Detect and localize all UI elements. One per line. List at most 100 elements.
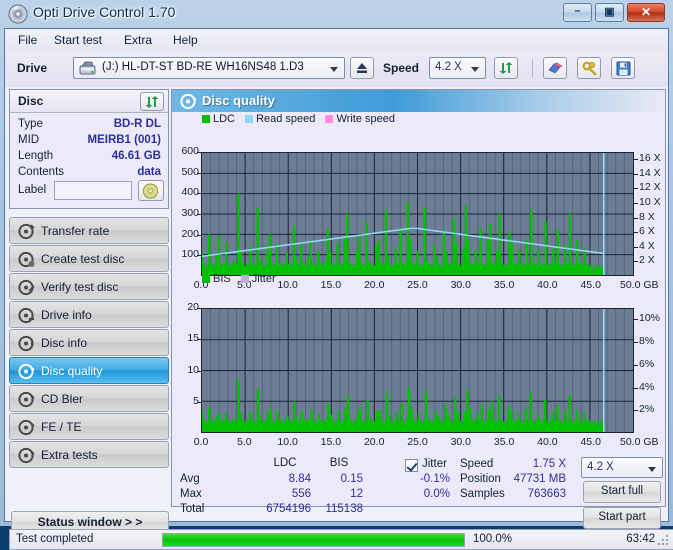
- speed-select[interactable]: 4.2 X: [429, 57, 486, 79]
- left-column: Disc Type BD-R DL MID MEIRB1 (001) Lengt…: [9, 89, 169, 533]
- sidebar-label: Disc quality: [41, 364, 103, 378]
- create-test-disc-icon: [18, 251, 35, 268]
- bis-y-tick: 20: [187, 301, 199, 313]
- start-part-label: Start part: [598, 511, 646, 523]
- refresh-disc-button[interactable]: [140, 92, 164, 111]
- jitter-checkbox[interactable]: [405, 459, 418, 472]
- ldc-y-tick: 400: [181, 186, 199, 199]
- elapsed-time: 63:42: [626, 533, 655, 545]
- tick-mark: [634, 188, 638, 190]
- verify-test-disc-icon: [18, 279, 35, 296]
- ldc-read-speed-chart: [201, 152, 634, 276]
- tick-mark: [634, 342, 638, 344]
- menu-item-extra[interactable]: Extra: [117, 32, 159, 48]
- refresh-icon: [145, 96, 159, 108]
- legend-swatch-bis: [202, 275, 210, 283]
- disc-mid-label: MID: [18, 134, 40, 146]
- menu-item-file[interactable]: File: [11, 32, 44, 48]
- bis-y-tick: 10: [187, 363, 199, 376]
- close-icon: ✕: [640, 5, 652, 19]
- disc-length-label: Length: [18, 150, 54, 162]
- sidebar-item-extra-tests[interactable]: Extra tests: [9, 441, 169, 468]
- drive-select[interactable]: (J:) HL-DT-ST BD-RE WH16NS48 1.D3: [73, 57, 345, 79]
- drive-select-value: (J:) HL-DT-ST BD-RE WH16NS48 1.D3: [102, 61, 304, 73]
- sidebar-item-create-test-disc[interactable]: Create test disc: [9, 245, 169, 272]
- sidebar-item-cd-bler[interactable]: CD Bler: [9, 385, 169, 412]
- sidebar-item-disc-info[interactable]: Disc info: [9, 329, 169, 356]
- results-avg-ldc: 8.84: [288, 473, 311, 485]
- tick-mark: [634, 232, 638, 234]
- bis-x-tick: 0.0: [193, 436, 209, 448]
- jitter-y2-tick: 6%: [639, 357, 655, 370]
- ldc-x-tick: 45.0: [580, 279, 601, 291]
- ldc-x-tick: 35.0: [493, 279, 515, 291]
- disc-quality-icon: [180, 93, 197, 110]
- disc-label-button[interactable]: [138, 180, 164, 201]
- disc-panel-title: Disc: [18, 94, 44, 108]
- eject-button[interactable]: [350, 57, 374, 79]
- results-max-bis: 12: [350, 488, 363, 500]
- menu-bar: File Start test Extra Help: [5, 29, 668, 51]
- eject-icon: [357, 63, 367, 73]
- save-button[interactable]: [611, 57, 635, 79]
- toolbar-separator: [532, 59, 533, 77]
- menu-item-start-test[interactable]: Start test: [47, 32, 109, 48]
- sidebar-label: Transfer rate: [41, 224, 110, 238]
- drive-info-icon: [18, 307, 34, 324]
- bis-x-tick: 30.0: [450, 436, 472, 448]
- erase-button[interactable]: [543, 57, 567, 79]
- disc-label-input[interactable]: [54, 181, 132, 200]
- progress-fill: [163, 534, 464, 546]
- resize-grip-icon[interactable]: [658, 535, 670, 547]
- sidebar-item-disc-quality[interactable]: Disc quality: [9, 357, 169, 384]
- minimize-button[interactable]: –: [563, 3, 592, 22]
- ldc-y-tick: 500: [181, 165, 199, 178]
- maximize-button[interactable]: ▣: [595, 3, 624, 22]
- bis-x-tick: 25.0: [407, 436, 428, 448]
- chevron-down-icon: [648, 467, 656, 472]
- sidebar-item-transfer-rate[interactable]: Transfer rate: [9, 217, 169, 244]
- tick-mark: [197, 401, 201, 403]
- sidebar-label: Create test disc: [41, 252, 125, 266]
- close-button[interactable]: ✕: [627, 3, 665, 22]
- tick-mark: [197, 214, 201, 215]
- app-window: Opti Drive Control 1.70 – ▣ ✕ File Start…: [0, 0, 673, 550]
- jitter-value-1: -0.1%: [419, 473, 450, 485]
- results-row-max-label: Max: [180, 488, 202, 500]
- legend-swatch-ldc: [202, 115, 210, 123]
- tick-mark: [197, 255, 201, 257]
- disc-quality-panel: Disc quality LDC Read speed Write speed …: [171, 89, 666, 515]
- tick-mark: [634, 159, 638, 161]
- menu-item-help[interactable]: Help: [166, 32, 205, 48]
- legend-label-read-speed: Read speed: [256, 113, 316, 125]
- sidebar-item-fe-te[interactable]: FE / TE: [9, 413, 169, 440]
- save-icon: [616, 61, 631, 76]
- tick-mark: [634, 364, 638, 366]
- tick-mark: [634, 246, 638, 248]
- legend-swatch-read-speed: [245, 115, 254, 123]
- read-speed-y2-tick: 14 X: [639, 166, 661, 179]
- disc-contents-label: Contents: [18, 166, 65, 178]
- speed-select-value: 4.2 X: [435, 61, 462, 73]
- disc-label-label: Label: [18, 184, 47, 196]
- result-speed-select[interactable]: 4.2 X: [581, 457, 663, 478]
- refresh-button[interactable]: [494, 57, 518, 79]
- sidebar-label: Extra tests: [41, 448, 98, 462]
- results-row-avg-label: Avg: [180, 473, 200, 485]
- sidebar-item-drive-info[interactable]: Drive info: [9, 301, 169, 328]
- start-full-button[interactable]: Start full: [583, 481, 661, 503]
- status-window-label: Status window > >: [37, 515, 143, 529]
- jitter-label: Jitter: [422, 458, 447, 470]
- erase-icon: [548, 62, 563, 74]
- ldc-x-tick: 25.0: [407, 279, 428, 291]
- bis-x-tick: 40.0: [537, 436, 558, 448]
- sidebar-label: Disc info: [41, 336, 88, 350]
- disc-type-value: BD-R DL: [113, 118, 161, 130]
- legend-label-write-speed: Write speed: [336, 113, 395, 125]
- ldc-chart-legend: LDC Read speed Write speed: [202, 113, 395, 125]
- sidebar-item-verify-test-disc[interactable]: Verify test disc: [9, 273, 169, 300]
- bis-x-tick: 45.0: [580, 436, 601, 448]
- bis-x-tick: 20.0: [363, 436, 385, 448]
- tools-button[interactable]: [577, 57, 601, 79]
- panel-title: Disc quality: [202, 93, 275, 108]
